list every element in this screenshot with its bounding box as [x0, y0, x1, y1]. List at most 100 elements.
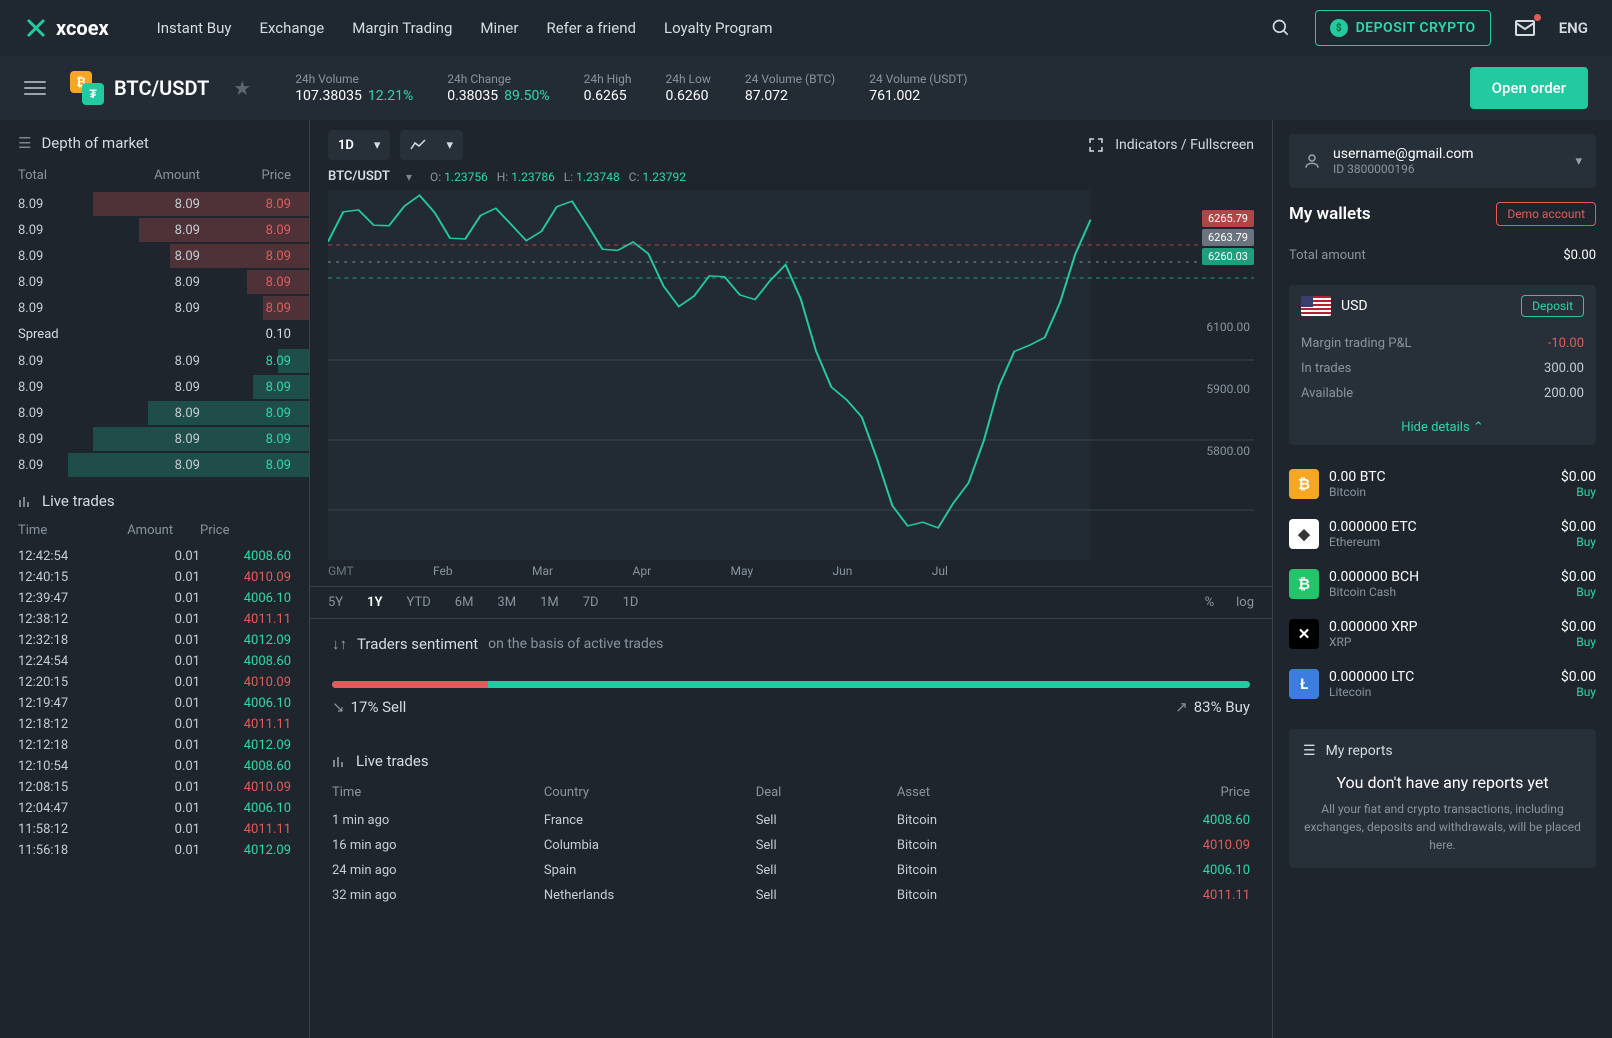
buy-button[interactable]: Buy [1561, 685, 1596, 699]
range-1D[interactable]: 1D [623, 595, 639, 610]
timeframe-button[interactable]: 1D [328, 130, 364, 160]
timeframe-dropdown-icon[interactable]: ▾ [364, 130, 391, 160]
nav-instant-buy[interactable]: Instant Buy [157, 19, 232, 37]
trade-row[interactable]: 16 min agoColumbiaSellBitcoin4010.09 [310, 833, 1272, 858]
center-panel: 1D ▾ ▾ Indicators / Fullscreen BTC/USDT … [310, 120, 1272, 1038]
range-1Y[interactable]: 1Y [367, 595, 382, 610]
nav-exchange[interactable]: Exchange [259, 19, 324, 37]
wallet-coin-ltc[interactable]: Ł0.000000 LTCLitecoin$0.00Buy [1273, 659, 1612, 709]
dom-row[interactable]: 8.098.098.09 [0, 269, 309, 295]
indicators-fullscreen[interactable]: Indicators / Fullscreen [1089, 137, 1254, 153]
trade-row[interactable]: 12:32:180.014012.09 [0, 630, 309, 651]
nav-loyalty-program[interactable]: Loyalty Program [664, 19, 773, 37]
trade-row[interactable]: 12:38:120.014011.11 [0, 609, 309, 630]
hide-details-toggle[interactable]: Hide details ⌃ [1289, 414, 1596, 445]
chart-extra-%[interactable]: % [1205, 595, 1215, 610]
eth-icon: ◆ [1289, 519, 1319, 549]
buy-button[interactable]: Buy [1561, 535, 1596, 549]
trade-row[interactable]: 32 min agoNetherlandsSellBitcoin4011.11 [310, 883, 1272, 908]
wallets-total: Total amount $0.00 [1273, 240, 1612, 271]
dom-row[interactable]: 8.098.098.09 [0, 374, 309, 400]
range-3M[interactable]: 3M [497, 595, 516, 610]
pair-stats: 24h Volume107.3803512.21%24h Change0.380… [295, 72, 967, 104]
wallet-usd: USD Deposit Margin trading P&L-10.00In t… [1289, 285, 1596, 445]
messages-button[interactable] [1511, 14, 1539, 42]
buy-button[interactable]: Buy [1561, 585, 1596, 599]
price-line-low: 6260.03 [1202, 248, 1254, 265]
list-icon: ☰ [18, 134, 31, 152]
buy-button[interactable]: Buy [1561, 485, 1596, 499]
wallet-coin-bch[interactable]: ₿0.000000 BCHBitcoin Cash$0.00Buy [1273, 559, 1612, 609]
chevron-down-icon: ▾ [1575, 154, 1582, 169]
language-selector[interactable]: ENG [1559, 19, 1588, 37]
favorite-star-icon[interactable]: ★ [233, 76, 251, 100]
wallet-coin-btc[interactable]: ₿0.00 BTCBitcoin$0.00Buy [1273, 459, 1612, 509]
buy-button[interactable]: Buy [1561, 635, 1596, 649]
brand-logo[interactable]: xcoex [24, 16, 109, 40]
trade-row[interactable]: 12:19:470.014006.10 [0, 693, 309, 714]
user-icon [1303, 152, 1321, 170]
deposit-crypto-button[interactable]: $ DEPOSIT CRYPTO [1315, 10, 1491, 46]
reports-empty-desc: All your fiat and crypto transactions, i… [1303, 800, 1582, 854]
sentiment-bar [332, 681, 1250, 688]
us-flag-icon [1301, 296, 1331, 316]
trade-row[interactable]: 12:12:180.014012.09 [0, 735, 309, 756]
dom-row[interactable]: 8.098.098.09 [0, 295, 309, 321]
reports-title: My reports [1326, 743, 1393, 759]
trade-row[interactable]: 12:24:540.014008.60 [0, 651, 309, 672]
brand-name: xcoex [56, 16, 109, 40]
range-YTD[interactable]: YTD [407, 595, 431, 610]
charttype-group: ▾ [400, 130, 463, 160]
chart-extra-log[interactable]: log [1236, 595, 1254, 610]
trade-row[interactable]: 24 min agoSpainSellBitcoin4006.10 [310, 858, 1272, 883]
wallet-coin-xrp[interactable]: ✕0.000000 XRPXRP$0.00Buy [1273, 609, 1612, 659]
dom-row[interactable]: 8.098.098.09 [0, 191, 309, 217]
dom-row[interactable]: 8.098.098.09 [0, 217, 309, 243]
menu-icon[interactable] [24, 81, 46, 95]
dom-row[interactable]: 8.098.098.09 [0, 426, 309, 452]
trade-row[interactable]: 12:42:540.014008.60 [0, 546, 309, 567]
line-chart-icon[interactable] [400, 130, 436, 160]
charttype-dropdown-icon[interactable]: ▾ [436, 130, 463, 160]
open-order-button[interactable]: Open order [1470, 67, 1588, 109]
ltl-col-amount: Amount [127, 523, 200, 538]
dom-row[interactable]: 8.098.098.09 [0, 243, 309, 269]
trade-row[interactable]: 12:08:150.014010.09 [0, 777, 309, 798]
trade-row[interactable]: 12:04:470.014006.10 [0, 798, 309, 819]
range-5Y[interactable]: 5Y [328, 595, 343, 610]
dom-spread: Spread 0.10 [0, 321, 309, 348]
search-icon[interactable] [1267, 14, 1295, 42]
ohlc-values: O: 1.23756 H: 1.23786 L: 1.23748 C: 1.23… [430, 170, 686, 184]
chart-pair: BTC/USDT [328, 170, 388, 184]
wallet-coin-eth[interactable]: ◆0.000000 ETCEthereum$0.00Buy [1273, 509, 1612, 559]
range-7D[interactable]: 7D [583, 595, 599, 610]
user-id: ID 3800000196 [1333, 162, 1474, 176]
price-chart[interactable] [328, 190, 1254, 560]
chart-pair-dropdown-icon[interactable]: ▾ [406, 170, 412, 184]
trade-row[interactable]: 12:18:120.014011.11 [0, 714, 309, 735]
trade-row[interactable]: 1 min agoFranceSellBitcoin4008.60 [310, 808, 1272, 833]
wallet-deposit-button[interactable]: Deposit [1521, 295, 1584, 317]
nav-margin-trading[interactable]: Margin Trading [352, 19, 452, 37]
nav-miner[interactable]: Miner [480, 19, 518, 37]
trade-row[interactable]: 12:10:540.014008.60 [0, 756, 309, 777]
live-trades-bottom: Live trades Time Country Deal Asset Pric… [310, 732, 1272, 908]
user-card[interactable]: username@gmail.com ID 3800000196 ▾ [1289, 134, 1596, 188]
nav-refer-a-friend[interactable]: Refer a friend [546, 19, 636, 37]
dom-row[interactable]: 8.098.098.09 [0, 452, 309, 478]
ltl-columns: Time Amount Price [0, 520, 309, 546]
dom-row[interactable]: 8.098.098.09 [0, 348, 309, 374]
chart-yticks: 6100.00 5900.00 5800.00 [1206, 320, 1250, 458]
range-6M[interactable]: 6M [455, 595, 474, 610]
sentiment-subtitle: on the basis of active trades [488, 636, 663, 652]
usdt-icon: ₮ [82, 83, 104, 105]
dom-row[interactable]: 8.098.098.09 [0, 400, 309, 426]
demo-account-badge[interactable]: Demo account [1496, 202, 1596, 226]
range-1M[interactable]: 1M [540, 595, 559, 610]
trade-row[interactable]: 12:39:470.014006.10 [0, 588, 309, 609]
trade-row[interactable]: 12:20:150.014010.09 [0, 672, 309, 693]
trade-row[interactable]: 11:58:120.014011.11 [0, 819, 309, 840]
trade-row[interactable]: 11:56:180.014012.09 [0, 840, 309, 861]
pair-selector[interactable]: ₿ ₮ BTC/USDT [70, 71, 209, 105]
trade-row[interactable]: 12:40:150.014010.09 [0, 567, 309, 588]
